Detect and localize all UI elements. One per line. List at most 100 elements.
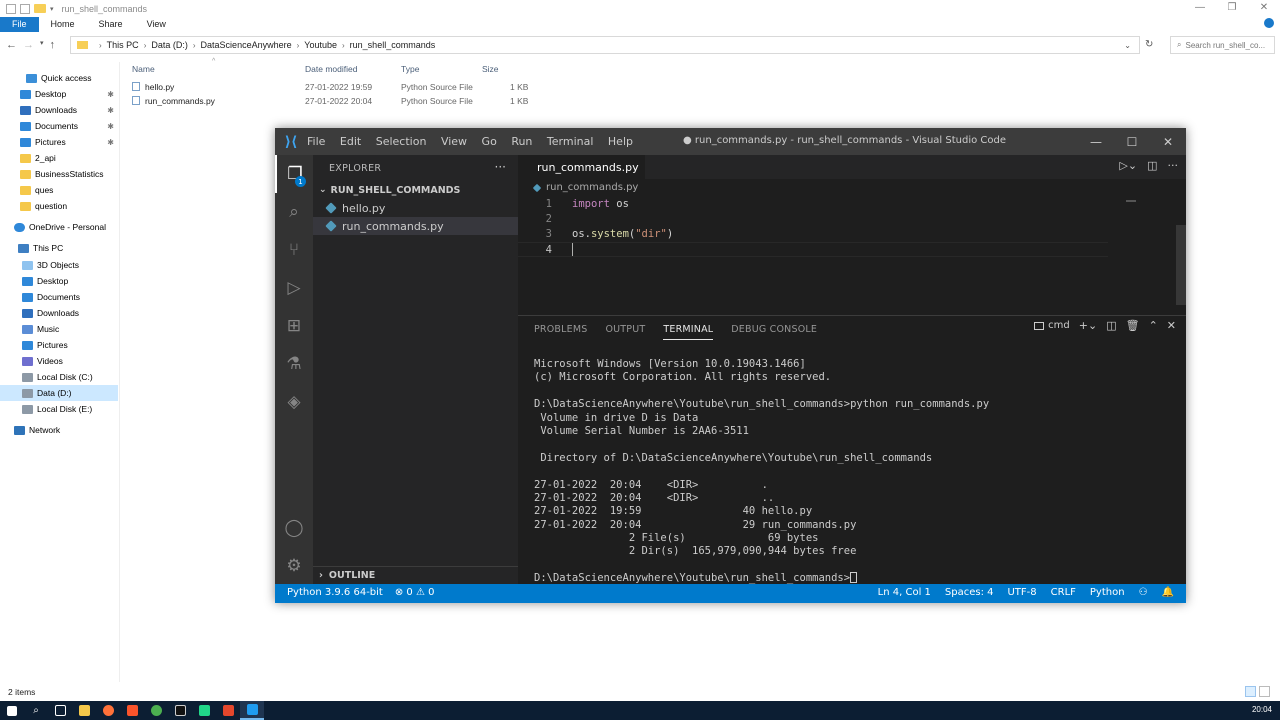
maximize-button[interactable]: ❐ bbox=[1216, 0, 1248, 15]
breadcrumb-run-shell-commands[interactable]: run_shell_commands bbox=[350, 40, 436, 50]
recent-locations-icon[interactable]: ▾ bbox=[40, 39, 44, 51]
close-panel-icon[interactable]: ✕ bbox=[1167, 319, 1176, 332]
properties-icon[interactable] bbox=[6, 3, 16, 14]
cmd-icon[interactable] bbox=[168, 701, 192, 720]
run-debug-icon[interactable]: ▷ bbox=[275, 269, 313, 307]
split-editor-icon[interactable]: ◫ bbox=[1147, 159, 1157, 172]
pin-icon[interactable]: ✱ bbox=[107, 138, 114, 147]
testing-flask-icon[interactable]: ⚗ bbox=[275, 345, 313, 383]
breadcrumb-data-d[interactable]: Data (D:) bbox=[151, 40, 188, 50]
forward-arrow-icon[interactable]: → bbox=[23, 39, 34, 51]
address-bar[interactable]: › This PC › Data (D:) › DataScienceAnywhere… bbox=[70, 36, 1140, 54]
nav-item-businessstatistics[interactable]: BusinessStatistics bbox=[0, 166, 118, 182]
nav-item-downloads[interactable]: Downloads bbox=[0, 305, 118, 321]
pin-icon[interactable]: ✱ bbox=[107, 122, 114, 131]
minimize-button[interactable]: — bbox=[1078, 128, 1114, 155]
column-date-modified[interactable]: Date modified bbox=[305, 64, 357, 74]
nav-item-documents[interactable]: Documents bbox=[0, 289, 118, 305]
tab-terminal[interactable]: TERMINAL bbox=[663, 320, 714, 340]
minimap[interactable] bbox=[1126, 200, 1136, 202]
details-view-icon[interactable] bbox=[1245, 686, 1256, 697]
large-icons-view-icon[interactable] bbox=[1259, 686, 1270, 697]
nav-item-documents[interactable]: Documents ✱ bbox=[0, 118, 118, 134]
tab-output[interactable]: OUTPUT bbox=[605, 320, 645, 340]
sidebar-file-run-commands[interactable]: run_commands.py bbox=[313, 217, 518, 235]
extensions-icon[interactable]: ⊞ bbox=[275, 307, 313, 345]
run-python-file-icon[interactable]: ▷⌄ bbox=[1119, 159, 1137, 172]
more-actions-icon[interactable]: ··· bbox=[495, 160, 506, 174]
task-view-icon[interactable] bbox=[48, 701, 72, 720]
terminal-shell-select[interactable]: cmd bbox=[1034, 320, 1070, 331]
breadcrumb-youtube[interactable]: Youtube bbox=[304, 40, 337, 50]
chrome-icon[interactable] bbox=[144, 701, 168, 720]
maximize-button[interactable]: ☐ bbox=[1114, 128, 1150, 155]
column-size[interactable]: Size bbox=[482, 64, 499, 74]
file-row[interactable]: hello.py 27-01-2022 19:59 Python Source … bbox=[130, 81, 530, 95]
nav-item-onedrive-personal[interactable]: OneDrive - Personal bbox=[0, 219, 118, 235]
nav-item-network[interactable]: Network bbox=[0, 422, 118, 438]
nav-item-pictures[interactable]: Pictures bbox=[0, 337, 118, 353]
menu-terminal[interactable]: Terminal bbox=[547, 135, 594, 148]
minimize-button[interactable]: — bbox=[1184, 0, 1216, 15]
ribbon-tab-file[interactable]: File bbox=[0, 17, 39, 32]
editor-breadcrumb[interactable]: run_commands.py bbox=[532, 182, 638, 193]
firefox-icon[interactable] bbox=[96, 701, 120, 720]
encoding[interactable]: UTF-8 bbox=[1007, 587, 1036, 598]
back-arrow-icon[interactable]: ← bbox=[6, 39, 17, 51]
maximize-panel-icon[interactable]: ⌃ bbox=[1149, 319, 1158, 332]
tab-problems[interactable]: PROBLEMS bbox=[534, 320, 587, 340]
menu-edit[interactable]: Edit bbox=[340, 135, 361, 148]
close-button[interactable]: ✕ bbox=[1248, 0, 1280, 15]
windows-start-icon[interactable] bbox=[0, 701, 24, 720]
address-dropdown-icon[interactable]: ⌄ bbox=[1124, 41, 1131, 50]
nav-item-music[interactable]: Music bbox=[0, 321, 118, 337]
new-folder-icon[interactable] bbox=[20, 3, 30, 14]
brave-icon[interactable] bbox=[120, 701, 144, 720]
split-terminal-icon[interactable]: ◫ bbox=[1106, 319, 1116, 332]
nav-item-pictures[interactable]: Pictures ✱ bbox=[0, 134, 118, 150]
nav-item-this-pc[interactable]: This PC bbox=[0, 240, 118, 256]
pin-icon[interactable]: ✱ bbox=[107, 106, 114, 115]
pin-icon[interactable]: ✱ bbox=[107, 90, 114, 99]
tab-run-commands[interactable]: run_commands.py bbox=[518, 155, 645, 179]
nav-item-ques[interactable]: ques bbox=[0, 182, 118, 198]
menu-run[interactable]: Run bbox=[511, 135, 532, 148]
indentation[interactable]: Spaces: 4 bbox=[945, 587, 994, 598]
presentation-app-icon[interactable] bbox=[216, 701, 240, 720]
column-name[interactable]: Name bbox=[132, 64, 155, 74]
code-lines[interactable]: 1 import os 2 3 os.system("dir") 4 bbox=[518, 197, 1186, 257]
nav-item-local-disk-c[interactable]: Local Disk (C:) bbox=[0, 369, 118, 385]
terminal-output[interactable]: Microsoft Windows [Version 10.0.19043.14… bbox=[534, 358, 989, 586]
nav-item-local-disk-e[interactable]: Local Disk (E:) bbox=[0, 401, 118, 417]
more-actions-icon[interactable]: ··· bbox=[1168, 159, 1179, 172]
menu-help[interactable]: Help bbox=[608, 135, 633, 148]
breadcrumb-datascienceanywhere[interactable]: DataScienceAnywhere bbox=[201, 40, 292, 50]
menu-go[interactable]: Go bbox=[482, 135, 497, 148]
notifications-bell-icon[interactable]: 🔔 bbox=[1162, 587, 1174, 598]
nav-item-desktop[interactable]: Desktop ✱ bbox=[0, 86, 118, 102]
python-interpreter[interactable]: Python 3.9.6 64-bit bbox=[287, 587, 383, 598]
ribbon-tab-home[interactable]: Home bbox=[39, 17, 87, 32]
editor-area[interactable]: run_commands.py ▷⌄ ◫ ··· run_commands.py… bbox=[518, 155, 1186, 315]
nav-item-desktop[interactable]: Desktop bbox=[0, 273, 118, 289]
search-input[interactable]: ⌕ Search run_shell_co... bbox=[1170, 36, 1275, 54]
file-explorer-icon[interactable] bbox=[72, 701, 96, 720]
account-icon[interactable]: ◯ bbox=[275, 509, 313, 547]
line-endings[interactable]: CRLF bbox=[1051, 587, 1076, 598]
vscode-taskbar-icon[interactable] bbox=[240, 701, 264, 720]
kill-terminal-icon[interactable]: 🗑 bbox=[1126, 319, 1140, 332]
tab-debug-console[interactable]: DEBUG CONSOLE bbox=[731, 320, 817, 340]
explorer-files-icon[interactable]: ❐ 1 bbox=[275, 155, 313, 193]
close-button[interactable]: ✕ bbox=[1150, 128, 1186, 155]
help-icon[interactable] bbox=[1264, 18, 1274, 28]
outline-section[interactable]: › OUTLINE bbox=[313, 566, 518, 584]
customize-toolbar-icon[interactable]: ▾ bbox=[50, 5, 54, 13]
ribbon-tab-share[interactable]: Share bbox=[87, 17, 135, 32]
settings-gear-icon[interactable]: ⚙ bbox=[275, 547, 313, 585]
menu-view[interactable]: View bbox=[441, 135, 467, 148]
sidebar-file-hello[interactable]: hello.py bbox=[313, 199, 518, 217]
file-row[interactable]: run_commands.py 27-01-2022 20:04 Python … bbox=[130, 95, 530, 109]
nav-item-quick-access[interactable]: Quick access bbox=[0, 70, 118, 86]
ribbon-tab-view[interactable]: View bbox=[135, 17, 178, 32]
breadcrumb-this-pc[interactable]: This PC bbox=[107, 40, 139, 50]
